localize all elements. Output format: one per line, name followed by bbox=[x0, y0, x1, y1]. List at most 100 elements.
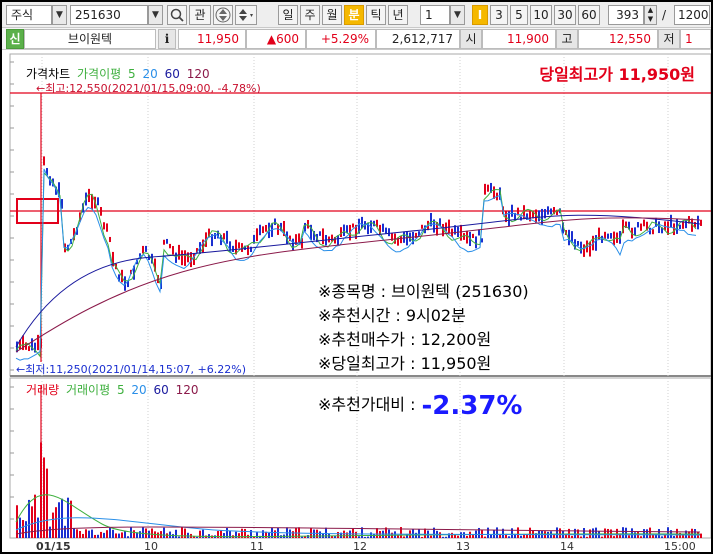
volume-bar bbox=[652, 534, 654, 538]
volume-bar bbox=[58, 502, 60, 538]
volume-bar bbox=[553, 534, 555, 538]
volume-bar bbox=[292, 531, 294, 538]
volume-bar bbox=[25, 521, 27, 538]
volume-bar bbox=[73, 528, 75, 538]
candle bbox=[214, 232, 216, 239]
volume-bar bbox=[403, 536, 405, 538]
volume-bar bbox=[442, 536, 444, 538]
candle bbox=[322, 228, 324, 245]
volume-bar bbox=[700, 533, 702, 538]
candle bbox=[238, 242, 240, 249]
candle bbox=[247, 245, 249, 256]
volume-bar bbox=[472, 535, 474, 538]
candle bbox=[607, 233, 609, 239]
x-axis-label: 10 bbox=[144, 540, 158, 552]
candle bbox=[88, 188, 90, 203]
volume-bar bbox=[667, 527, 669, 538]
volume-bar bbox=[181, 527, 183, 538]
volume-bar bbox=[217, 531, 219, 538]
candle bbox=[580, 241, 582, 254]
x-axis-label: 11 bbox=[250, 540, 264, 552]
volume-bar bbox=[103, 532, 105, 538]
volume-bar bbox=[376, 528, 378, 538]
volume-bar bbox=[628, 535, 630, 538]
volume-bar bbox=[586, 536, 588, 538]
volume-legend: 거래량 거래이평 5 20 60 120 bbox=[26, 381, 202, 398]
price-ma120: 120 bbox=[186, 67, 210, 81]
candle bbox=[226, 230, 228, 244]
price-ma20: 20 bbox=[142, 67, 158, 81]
candle bbox=[472, 233, 474, 239]
volume-bar bbox=[79, 530, 81, 538]
candle bbox=[484, 183, 486, 195]
volume-bar bbox=[76, 529, 78, 538]
volume-bar bbox=[487, 527, 489, 538]
volume-bar bbox=[22, 520, 24, 538]
annotation-rec-price: ※추천매수가 : 12,200원 bbox=[318, 330, 492, 349]
vol-ma20-line bbox=[15, 517, 701, 536]
volume-bar bbox=[175, 529, 177, 538]
volume-bar bbox=[364, 536, 366, 538]
candle bbox=[640, 223, 642, 231]
candle bbox=[421, 224, 423, 229]
volume-bar bbox=[496, 527, 498, 538]
volume-bar bbox=[127, 536, 129, 538]
volume-bar bbox=[691, 528, 693, 538]
volume-bar bbox=[625, 527, 627, 538]
candle bbox=[673, 223, 675, 236]
candle bbox=[223, 233, 225, 240]
volume-bar bbox=[463, 532, 465, 538]
volume-bar bbox=[343, 530, 345, 538]
volume-bar bbox=[238, 533, 240, 538]
volume-bar bbox=[319, 531, 321, 538]
candle bbox=[319, 231, 321, 236]
candle bbox=[43, 156, 45, 166]
volume-bar bbox=[124, 531, 126, 538]
candle bbox=[28, 346, 30, 352]
candle bbox=[109, 236, 111, 243]
volume-bar bbox=[358, 536, 360, 538]
price-ma5: 5 bbox=[128, 67, 136, 81]
candle bbox=[232, 245, 234, 252]
annotation-rec-vs-label: ※추천가대비 : bbox=[318, 395, 416, 414]
volume-bar bbox=[451, 532, 453, 538]
candle bbox=[511, 204, 513, 217]
volume-bar bbox=[70, 500, 72, 538]
annotation-rec-vs: ※추천가대비 : -2.37% bbox=[318, 387, 522, 421]
candle bbox=[403, 231, 405, 243]
candle bbox=[274, 218, 276, 226]
volume-bar bbox=[601, 536, 603, 538]
candle bbox=[163, 239, 165, 245]
x-axis-label: 15:00 bbox=[664, 540, 696, 552]
candle bbox=[382, 223, 384, 232]
volume-bar bbox=[301, 536, 303, 538]
price-ma-label: 가격이평 bbox=[77, 67, 122, 81]
volume-bar bbox=[109, 527, 111, 538]
volume-bar bbox=[139, 531, 141, 538]
volume-bar bbox=[121, 532, 123, 538]
vol-ma5-line bbox=[15, 494, 701, 538]
volume-bar bbox=[457, 535, 459, 538]
volume-bar bbox=[268, 532, 270, 538]
volume-bar bbox=[115, 533, 117, 538]
candle bbox=[145, 245, 147, 252]
volume-bar bbox=[85, 529, 87, 538]
annotation-rec-time: ※추천시간 : 9시02분 bbox=[318, 306, 466, 325]
candle bbox=[400, 236, 402, 244]
candle bbox=[538, 210, 540, 222]
volume-bar bbox=[418, 529, 420, 538]
candle bbox=[292, 238, 294, 250]
annotation-stock-name: ※종목명 : 브이원텍 (251630) bbox=[318, 282, 529, 301]
volume-bar bbox=[424, 528, 426, 538]
candle bbox=[256, 228, 258, 242]
volume-bar bbox=[52, 512, 54, 538]
price-ma60: 60 bbox=[164, 67, 180, 81]
candle bbox=[184, 250, 186, 266]
volume-bar bbox=[556, 527, 558, 538]
volume-bar bbox=[130, 527, 132, 538]
candle bbox=[97, 197, 99, 206]
volume-bar bbox=[223, 533, 225, 538]
volume-bar bbox=[520, 535, 522, 538]
volume-bar bbox=[82, 533, 84, 538]
candle bbox=[550, 208, 552, 215]
